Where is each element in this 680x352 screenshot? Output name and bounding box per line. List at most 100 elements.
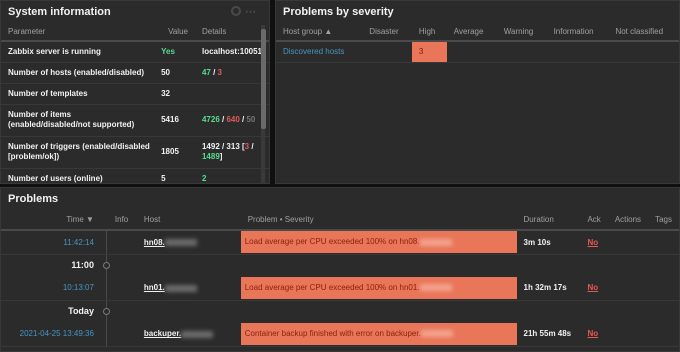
timeline-divider-label: 11:00 xyxy=(71,260,94,271)
problem-time-link[interactable]: 2021-04-25 13:49:36 xyxy=(1,322,101,347)
problem-time-link[interactable]: 10:13:07 xyxy=(1,276,101,301)
param-details: localhost:10051 xyxy=(194,41,269,63)
param-label: Number of items (enabled/disabled/not su… xyxy=(1,104,162,137)
problem-name[interactable]: Load average per CPU exceeded 100% on hn… xyxy=(245,283,420,292)
timeline xyxy=(101,254,113,276)
problem-ack[interactable]: No xyxy=(580,322,608,347)
problem-tags xyxy=(648,322,679,347)
host-name[interactable]: hn08. xyxy=(144,238,165,247)
table-row: Zabbix server is running Yes localhost:1… xyxy=(1,41,269,63)
gear-icon[interactable] xyxy=(231,6,241,16)
timeline xyxy=(100,322,113,347)
problem-host[interactable]: hn08. xyxy=(136,230,241,255)
timeline-dot-icon xyxy=(102,308,110,316)
host-name[interactable]: backuper. xyxy=(144,329,181,338)
ack-link[interactable]: No xyxy=(587,283,598,292)
column-header-value: Value xyxy=(161,23,195,42)
param-details: 2 xyxy=(194,168,269,183)
problem-host[interactable]: backuper. xyxy=(136,322,241,347)
problem-duration: 1h 32m 17s xyxy=(516,276,581,301)
problem-actions xyxy=(607,322,649,347)
separator: / xyxy=(210,67,218,77)
host-group-link[interactable]: Discovered hosts xyxy=(276,41,363,63)
table-row: Discovered hosts 3 xyxy=(276,41,679,63)
problem-info xyxy=(112,230,137,255)
widget-title: Problems xyxy=(8,193,59,205)
timeline xyxy=(100,230,113,255)
problem-actions xyxy=(607,276,649,301)
param-label: Number of templates xyxy=(1,83,162,105)
severity-table: Host group ▲ Disaster High Average Warni… xyxy=(276,23,679,63)
param-value: Yes xyxy=(161,41,195,63)
divider-spacer xyxy=(113,254,679,276)
param-value: 5416 xyxy=(161,104,195,137)
problems-widget: Problems Time ▼ Info Host Problem • Seve… xyxy=(0,187,680,352)
column-header-parameter: Parameter xyxy=(1,23,162,42)
table-row: Number of templates 32 xyxy=(1,83,269,105)
table-row: Number of items (enabled/disabled/not su… xyxy=(1,104,269,137)
column-header-ack: Ack xyxy=(580,210,608,231)
param-value: 32 xyxy=(161,83,195,105)
table-row: Number of triggers (enabled/disabled [pr… xyxy=(1,136,269,169)
column-header-actions: Actions xyxy=(607,210,649,231)
scrollbar-thumb[interactable] xyxy=(261,29,266,129)
widget-header[interactable]: Problems by severity xyxy=(276,1,679,23)
problem-info xyxy=(112,276,137,301)
warning-count xyxy=(496,41,547,63)
problems-table: Time ▼ Info Host Problem • Severity Dura… xyxy=(1,210,679,347)
problem-actions xyxy=(607,230,649,255)
host-name[interactable]: hn01. xyxy=(144,283,165,292)
problem-severity-cell[interactable]: Container backup finished with error on … xyxy=(240,322,517,347)
average-count xyxy=(446,41,497,63)
problem-time-link[interactable]: 11:42:14 xyxy=(1,230,101,255)
trigger-counts: 1492 / 313 [ xyxy=(201,142,245,151)
more-options-icon[interactable]: ⋯ xyxy=(245,5,257,18)
table-row: 10:13:07 hn01. Load average per CPU exce… xyxy=(1,276,679,301)
column-header-tags: Tags xyxy=(648,210,679,231)
problem-name[interactable]: Load average per CPU exceeded 100% on hn… xyxy=(245,237,420,246)
redacted-text xyxy=(164,239,197,247)
information-count xyxy=(546,41,609,63)
enabled-count: 47 xyxy=(201,67,211,77)
column-header-not-classified: Not classified xyxy=(608,23,679,42)
widget-header[interactable]: Problems xyxy=(1,188,679,210)
param-details xyxy=(194,83,269,105)
system-info-table: Parameter Value Details Zabbix server is… xyxy=(1,23,269,183)
timeline-divider-label: Today xyxy=(68,306,94,317)
column-header-info: Info xyxy=(112,210,137,231)
system-information-widget: System information ⋯ Parameter Value Det… xyxy=(0,0,270,184)
disabled-count: 3 xyxy=(217,67,222,77)
problem-tags xyxy=(648,276,679,301)
problem-host[interactable]: hn01. xyxy=(136,276,241,301)
disabled-count: 640 xyxy=(226,115,240,124)
timeline-divider: 11:00 xyxy=(1,254,679,276)
problem-tags xyxy=(648,230,679,255)
not-classified-count xyxy=(608,41,679,63)
redacted-text xyxy=(419,238,452,246)
widget-title: Problems by severity xyxy=(283,6,394,18)
param-details: 1492 / 313 [3 / 1489] xyxy=(194,136,269,169)
problems-by-severity-widget: Problems by severity Host group ▲ Disast… xyxy=(275,0,680,184)
online-count: 2 xyxy=(201,173,207,183)
problem-ack[interactable]: No xyxy=(580,276,608,301)
widget-header[interactable]: System information ⋯ xyxy=(1,1,269,23)
timeline-dot-icon xyxy=(102,262,110,270)
table-row: 2021-04-25 13:49:36 backuper. Container … xyxy=(1,322,679,347)
problem-severity-cell[interactable]: Load average per CPU exceeded 100% on hn… xyxy=(240,276,517,301)
problem-ack[interactable]: No xyxy=(580,230,608,255)
ok-count: 1489 xyxy=(201,152,220,161)
ack-link[interactable]: No xyxy=(587,238,598,247)
column-header-time[interactable]: Time ▼ xyxy=(1,210,101,231)
timeline xyxy=(101,300,113,322)
ack-link[interactable]: No xyxy=(587,329,598,338)
problem-name[interactable]: Container backup finished with error on … xyxy=(245,329,421,338)
redacted-text xyxy=(181,330,214,338)
column-header-host-group[interactable]: Host group ▲ xyxy=(276,23,363,42)
problem-severity-cell[interactable]: Load average per CPU exceeded 100% on hn… xyxy=(240,230,517,255)
param-value: 5 xyxy=(161,168,195,183)
column-header-disaster: Disaster xyxy=(362,23,412,42)
param-details: 47 / 3 xyxy=(194,62,269,84)
param-value: 1805 xyxy=(161,136,195,169)
problem-info xyxy=(112,322,137,347)
high-count[interactable]: 3 xyxy=(411,41,447,63)
